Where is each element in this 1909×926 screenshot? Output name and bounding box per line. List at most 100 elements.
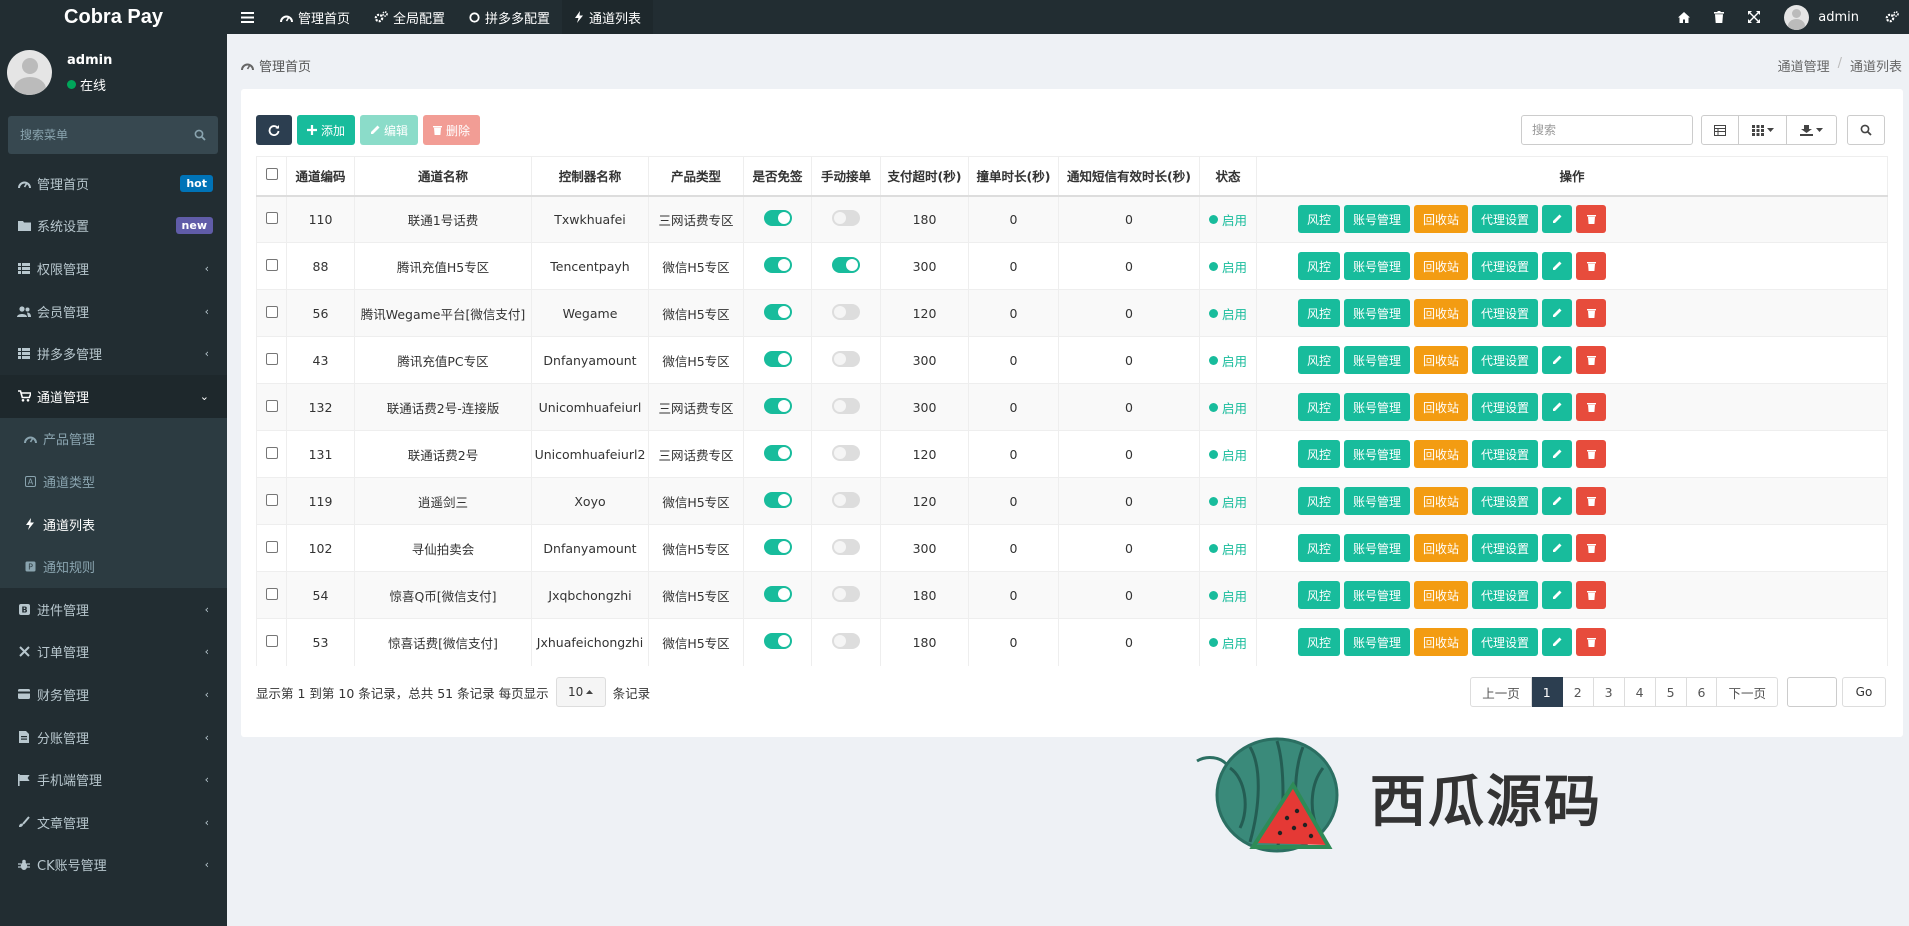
row-delete-button[interactable] (1576, 440, 1607, 468)
page-button[interactable]: 5 (1655, 677, 1687, 707)
manual-order-toggle[interactable] (832, 538, 860, 555)
row-checkbox[interactable] (265, 493, 278, 506)
column-header[interactable]: 是否免签 (743, 156, 812, 197)
menu-search-input[interactable] (20, 128, 180, 142)
agent-settings-button[interactable]: 代理设置 (1472, 346, 1539, 374)
row-edit-button[interactable] (1542, 205, 1573, 234)
account-manage-button[interactable]: 账号管理 (1344, 581, 1411, 609)
risk-control-button[interactable]: 风控 (1298, 440, 1341, 468)
free-sign-toggle[interactable] (763, 491, 792, 508)
status-badge[interactable]: 启用 (1208, 633, 1247, 652)
agent-settings-button[interactable]: 代理设置 (1472, 252, 1539, 280)
sidebar-subitem-channel-list[interactable]: 通道列表 (0, 503, 227, 546)
account-manage-button[interactable]: 账号管理 (1344, 628, 1411, 657)
manual-order-toggle[interactable] (832, 256, 860, 273)
sidebar-item-permissions[interactable]: 权限管理 ‹ (0, 247, 227, 290)
recycle-bin-button[interactable]: 回收站 (1414, 252, 1469, 280)
status-badge[interactable]: 启用 (1208, 257, 1247, 276)
tab-pdd-config[interactable]: 拼多多配置 (457, 0, 562, 34)
page-button[interactable]: 4 (1624, 677, 1656, 707)
brand-logo[interactable]: Cobra Pay (0, 0, 227, 34)
row-edit-button[interactable] (1542, 393, 1573, 421)
breadcrumb-item[interactable]: 通道管理 (1778, 56, 1830, 75)
row-edit-button[interactable] (1542, 440, 1573, 468)
sidebar-item-finance[interactable]: 财务管理 ‹ (0, 673, 227, 716)
account-manage-button[interactable]: 账号管理 (1344, 534, 1411, 562)
recycle-bin-button[interactable]: 回收站 (1414, 487, 1469, 515)
table-row[interactable]: 43 腾讯充值PC专区 Dnfanyamount 微信H5专区 300 0 0 启用 风控 账号管… (256, 336, 1888, 384)
recycle-bin-button[interactable]: 回收站 (1414, 205, 1469, 234)
column-header[interactable]: 控制器名称 (531, 156, 649, 197)
status-badge[interactable]: 启用 (1208, 351, 1247, 370)
table-row[interactable]: 88 腾讯充值H5专区 Tencentpayh 微信H5专区 300 0 0 启用 风控 账号管理… (256, 242, 1888, 290)
table-row[interactable]: 54 惊喜Q币[微信支付] Jxqbchongzhi 微信H5专区 180 0 0 启用 风控账… (256, 571, 1888, 619)
sidebar-subitem-products[interactable]: 产品管理 (0, 418, 227, 461)
page-button[interactable]: 3 (1593, 677, 1625, 707)
control-sidebar-button[interactable] (1875, 0, 1909, 34)
column-header[interactable]: 状态 (1199, 156, 1257, 197)
row-delete-button[interactable] (1576, 205, 1607, 234)
card-view-button[interactable] (1701, 115, 1739, 145)
risk-control-button[interactable]: 风控 (1298, 393, 1341, 421)
status-badge[interactable]: 启用 (1208, 304, 1247, 323)
account-manage-button[interactable]: 账号管理 (1344, 487, 1411, 515)
row-checkbox[interactable] (265, 352, 278, 365)
columns-button[interactable] (1739, 115, 1787, 145)
row-checkbox[interactable] (265, 634, 278, 647)
clear-cache-button[interactable] (1702, 0, 1736, 34)
sidebar-item-split[interactable]: 分账管理 ‹ (0, 716, 227, 759)
free-sign-toggle[interactable] (763, 397, 792, 414)
risk-control-button[interactable]: 风控 (1298, 346, 1341, 374)
column-header[interactable]: 撞单时长(秒) (968, 156, 1059, 197)
tab-channel-list[interactable]: 通道列表 (562, 0, 654, 34)
tab-dashboard[interactable]: 管理首页 (268, 0, 362, 34)
sidebar-subitem-notify-rules[interactable]: P 通知规则 (0, 545, 227, 588)
sidebar-item-dashboard[interactable]: 管理首页 hot (0, 162, 227, 205)
row-checkbox[interactable] (265, 446, 278, 459)
column-header[interactable]: 通道编码 (286, 156, 355, 197)
recycle-bin-button[interactable]: 回收站 (1414, 440, 1469, 468)
free-sign-toggle[interactable] (763, 538, 792, 555)
agent-settings-button[interactable]: 代理设置 (1472, 440, 1539, 468)
table-row[interactable]: 119 逍遥剑三 Xoyo 微信H5专区 120 0 0 启用 风控 账号管理 回收站 代理设置 (256, 477, 1888, 525)
manual-order-toggle[interactable] (832, 209, 860, 226)
sidebar-toggle[interactable] (227, 0, 268, 34)
risk-control-button[interactable]: 风控 (1298, 487, 1341, 515)
table-search-input[interactable] (1521, 115, 1693, 145)
column-header[interactable]: 产品类型 (648, 156, 744, 197)
manual-order-toggle[interactable] (832, 491, 860, 508)
page-button[interactable]: 2 (1562, 677, 1594, 707)
status-badge[interactable]: 启用 (1208, 398, 1247, 417)
risk-control-button[interactable]: 风控 (1298, 581, 1341, 609)
manual-order-toggle[interactable] (832, 303, 860, 320)
free-sign-toggle[interactable] (763, 444, 792, 461)
row-checkbox[interactable] (265, 211, 278, 224)
column-header[interactable]: 手动接单 (811, 156, 881, 197)
recycle-bin-button[interactable]: 回收站 (1414, 346, 1469, 374)
account-manage-button[interactable]: 账号管理 (1344, 205, 1411, 234)
row-delete-button[interactable] (1576, 252, 1607, 280)
search-toggle-button[interactable] (1847, 115, 1885, 145)
sidebar-item-channels[interactable]: 通道管理 ⌄ (0, 374, 227, 418)
agent-settings-button[interactable]: 代理设置 (1472, 299, 1539, 327)
search-icon[interactable] (194, 129, 206, 141)
home-button[interactable] (1666, 0, 1702, 34)
row-delete-button[interactable] (1576, 581, 1607, 609)
free-sign-toggle[interactable] (763, 350, 792, 367)
sidebar-item-orders[interactable]: 订单管理 ‹ (0, 631, 227, 674)
sidebar-item-onboarding[interactable]: B 进件管理 ‹ (0, 588, 227, 631)
manual-order-toggle[interactable] (832, 444, 860, 461)
sidebar-item-members[interactable]: 会员管理 ‹ (0, 290, 227, 333)
row-edit-button[interactable] (1542, 299, 1573, 327)
row-delete-button[interactable] (1576, 534, 1607, 562)
free-sign-toggle[interactable] (763, 632, 792, 649)
column-header[interactable]: 支付超时(秒) (880, 156, 969, 197)
sidebar-item-pdd[interactable]: 拼多多管理 ‹ (0, 332, 227, 375)
table-row[interactable]: 56 腾讯Wegame平台[微信支付] Wegame 微信H5专区 120 0 0 启用 风控账… (256, 289, 1888, 337)
refresh-button[interactable] (256, 115, 292, 145)
goto-page-button[interactable]: Go (1842, 677, 1886, 707)
recycle-bin-button[interactable]: 回收站 (1414, 534, 1469, 562)
risk-control-button[interactable]: 风控 (1298, 628, 1341, 657)
account-manage-button[interactable]: 账号管理 (1344, 346, 1411, 374)
sidebar-item-ck-accounts[interactable]: CK账号管理 ‹ (0, 844, 227, 887)
